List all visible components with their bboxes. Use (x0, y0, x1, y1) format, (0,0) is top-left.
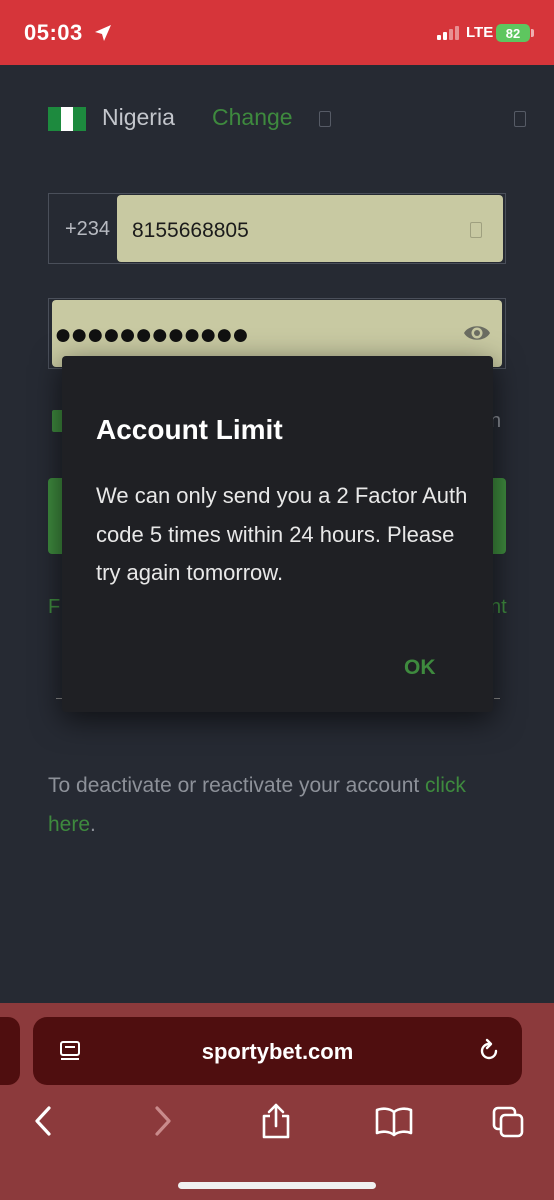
divider (494, 698, 500, 699)
battery-level: 82 (505, 25, 521, 41)
password-masked-value: ●●●●●●●●●●●● (54, 318, 249, 351)
phone-number-value: 8155668805 (132, 219, 249, 242)
ok-button[interactable]: OK (404, 656, 436, 680)
previous-tab-peek[interactable] (0, 1017, 20, 1085)
browser-toolbar: sportybet.com (0, 1003, 554, 1200)
missing-glyph-icon (514, 111, 526, 127)
change-country-link[interactable]: Change (212, 104, 293, 131)
address-bar[interactable]: sportybet.com (33, 1017, 522, 1085)
forward-icon[interactable] (145, 1102, 179, 1140)
missing-glyph-icon (470, 222, 482, 238)
cellular-signal-icon (437, 26, 463, 40)
account-limit-dialog: Account Limit We can only send you a 2 F… (62, 356, 493, 712)
dialog-message: We can only send you a 2 Factor Auth cod… (96, 483, 468, 585)
tabs-icon[interactable] (491, 1102, 525, 1140)
nigeria-flag-icon (48, 107, 87, 131)
network-type: LTE (466, 24, 494, 41)
dialog-title: Account Limit (96, 414, 283, 445)
status-time: 05:03 (24, 20, 83, 45)
country-name: Nigeria (102, 104, 175, 130)
home-indicator (178, 1182, 376, 1189)
phone-number-input[interactable]: 8155668805 (117, 195, 503, 262)
deactivate-suffix: . (90, 813, 96, 836)
back-icon[interactable] (27, 1102, 61, 1140)
eye-icon[interactable] (463, 322, 491, 344)
reload-icon[interactable] (476, 1038, 502, 1064)
location-arrow-icon (95, 25, 111, 41)
forgot-password-link-peek[interactable]: F (48, 596, 60, 619)
status-bar: 05:03 LTE 82 (0, 0, 554, 65)
deactivate-text: To deactivate or reactivate your account (48, 774, 426, 797)
phone-field: +234 8155668805 (48, 193, 506, 264)
missing-glyph-icon (319, 111, 331, 127)
url-text: sportybet.com (201, 1039, 354, 1064)
bookmarks-icon[interactable] (374, 1102, 414, 1140)
phone-country-code: +234 (65, 218, 111, 240)
battery-charging-icon: 82 (496, 24, 530, 42)
deactivate-account-text: To deactivate or reactivate your account… (48, 766, 518, 844)
share-icon[interactable] (259, 1102, 293, 1140)
battery-cap (531, 29, 534, 37)
